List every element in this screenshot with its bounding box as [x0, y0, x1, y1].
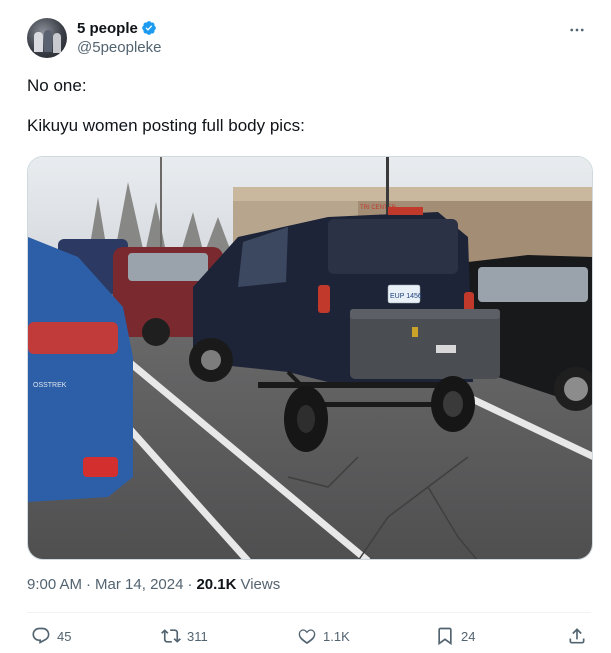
- tweet-text-line: Kikuyu women posting full body pics:: [27, 116, 305, 135]
- divider: [27, 612, 591, 613]
- like-count: 1.1K: [323, 628, 350, 644]
- meta-separator: ·: [86, 576, 92, 593]
- parking-lot-photo: TRI CENTER OSSTREK EUP 1456: [28, 157, 592, 559]
- repost-icon: [161, 629, 181, 643]
- reply-button[interactable]: 45: [31, 622, 71, 650]
- bookmark-button[interactable]: 24: [435, 622, 475, 650]
- tweet-text-line: No one:: [27, 76, 87, 95]
- license-plate: EUP 1456: [390, 293, 422, 300]
- share-button[interactable]: [567, 622, 587, 650]
- tweet-photo[interactable]: TRI CENTER OSSTREK EUP 1456: [27, 156, 593, 560]
- repost-button[interactable]: 311: [161, 622, 208, 650]
- author-handle[interactable]: @5peopleke: [77, 39, 161, 56]
- tweet-date[interactable]: Mar 14, 2024: [95, 576, 183, 593]
- author-names: 5 people @5peopleke: [77, 18, 161, 57]
- avatar[interactable]: [27, 18, 67, 58]
- repost-count: 311: [187, 628, 208, 644]
- reply-icon: [32, 627, 50, 644]
- tweet-actions: 45 311 1.1K 24: [27, 622, 591, 650]
- author-display-name[interactable]: 5 people: [77, 20, 138, 37]
- more-icon[interactable]: [567, 20, 587, 40]
- tweet-time[interactable]: 9:00 AM: [27, 576, 82, 593]
- share-icon: [569, 628, 585, 644]
- meta-separator: ·: [187, 576, 193, 593]
- verified-icon: [142, 21, 156, 35]
- tweet: 5 people @5peopleke No one: Kikuyu women…: [0, 0, 611, 653]
- tweet-meta: 9:00 AM · Mar 14, 2024 · 20.1K Views: [27, 576, 280, 593]
- bookmark-icon: [438, 627, 452, 646]
- like-icon: [298, 629, 316, 645]
- bookmark-count: 24: [461, 628, 476, 644]
- bumper-text: OSSTREK: [33, 382, 67, 389]
- tweet-text: No one: Kikuyu women posting full body p…: [27, 76, 587, 136]
- views-label: Views: [240, 576, 281, 593]
- like-button[interactable]: 1.1K: [297, 622, 350, 650]
- tweet-header: 5 people @5peopleke: [27, 16, 587, 60]
- views-count: 20.1K: [196, 576, 237, 593]
- reply-count: 45: [57, 628, 72, 644]
